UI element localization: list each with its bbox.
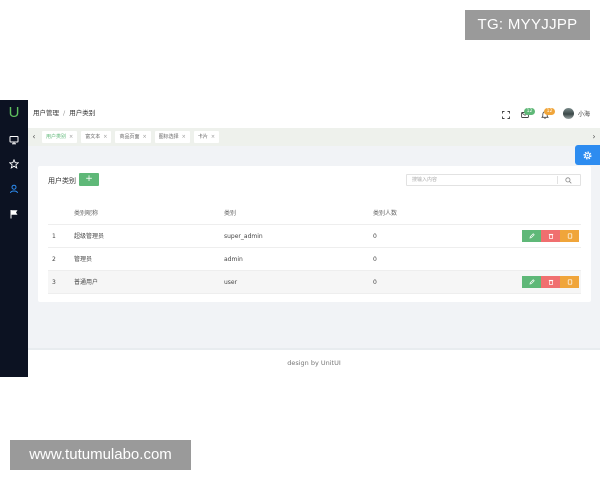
sidebar-item-flags[interactable] [6, 207, 22, 221]
trash-icon [548, 233, 553, 239]
more-button[interactable] [560, 276, 579, 288]
tab-close-icon[interactable]: × [103, 134, 107, 140]
tab-label: 富文本 [85, 134, 101, 140]
tab-card[interactable]: 卡片 × [193, 131, 220, 143]
row-name: 超级管理员 [74, 233, 105, 240]
tab-label: 图标选择 [158, 134, 179, 140]
tab-rich-text[interactable]: 富文本 × [81, 131, 112, 143]
row-id: 1 [52, 233, 56, 240]
table-header: 类别昵称 类别 类别人数 [48, 202, 581, 225]
tab-close-icon[interactable]: × [69, 134, 73, 140]
app-window: U 用户管理 / 用户类别 12 12 小海 ‹ 用户类别 × 富文本 × 商品… [0, 100, 600, 377]
table-row: 3 普通用户 user 0 [48, 271, 581, 294]
edit-button[interactable] [522, 276, 541, 288]
user-category-card: 用户类别 + 类别昵称 类别 类别人数 1 超级管理员 [38, 166, 591, 302]
row-count: 0 [373, 233, 377, 240]
search-icon [565, 177, 572, 184]
breadcrumb-item-user-category: 用户类别 [69, 109, 96, 117]
sidebar-item-favorites[interactable] [6, 157, 22, 171]
tab-close-icon[interactable]: × [182, 134, 186, 140]
username-label[interactable]: 小海 [578, 109, 590, 118]
tab-product-page[interactable]: 商品页面 × [115, 131, 151, 143]
search-button[interactable] [564, 176, 573, 185]
sidebar-item-users[interactable] [6, 182, 22, 196]
delete-button[interactable] [541, 230, 560, 242]
trash-icon [548, 279, 553, 285]
more-button[interactable] [560, 230, 579, 242]
user-icon [10, 184, 18, 194]
tab-bar: ‹ 用户类别 × 富文本 × 商品页面 × 图标选择 × 卡片 × › [28, 128, 600, 146]
column-header-count: 类别人数 [373, 210, 398, 217]
row-actions [522, 276, 579, 288]
edit-icon [529, 233, 535, 239]
document-icon [567, 233, 572, 239]
tab-label: 卡片 [197, 134, 208, 140]
tab-label: 商品页面 [119, 134, 140, 140]
logo: U [8, 104, 20, 121]
flag-icon [10, 210, 18, 219]
theme-settings-button[interactable] [575, 145, 600, 165]
sidebar: U [0, 100, 28, 377]
row-count: 0 [373, 279, 377, 286]
fullscreen-button[interactable] [501, 110, 511, 120]
edit-button[interactable] [522, 230, 541, 242]
breadcrumb-item-user-management[interactable]: 用户管理 [33, 109, 59, 117]
column-header-name: 类别昵称 [74, 210, 99, 217]
main-area: 用户管理 / 用户类别 12 12 小海 ‹ 用户类别 × 富文本 × 商品页面 × 图标… [28, 100, 600, 377]
tab-scroll-left-button[interactable]: ‹ [28, 128, 40, 146]
tab-close-icon[interactable]: × [211, 134, 215, 140]
row-actions [522, 230, 579, 242]
row-id: 2 [52, 256, 56, 263]
edit-icon [529, 279, 535, 285]
category-table: 类别昵称 类别 类别人数 1 超级管理员 super_admin 0 2 管理员… [48, 202, 581, 294]
monitor-icon [9, 136, 19, 145]
table-row: 2 管理员 admin 0 [48, 248, 581, 271]
add-category-button[interactable]: + [79, 173, 99, 186]
row-name: 普通用户 [74, 279, 99, 286]
row-type: user [224, 279, 238, 286]
star-icon [9, 159, 19, 169]
sidebar-item-dashboard[interactable] [6, 133, 22, 147]
tab-user-category[interactable]: 用户类别 × [42, 131, 78, 143]
search-box [406, 174, 581, 186]
watermark-top: TG: MYYJJPP [465, 10, 590, 40]
gear-icon [583, 150, 592, 160]
avatar[interactable] [563, 108, 574, 119]
watermark-bottom: www.tutumulabo.com [10, 440, 191, 470]
notification-count-badge: 12 [544, 108, 555, 115]
search-divider [557, 176, 558, 184]
card-title: 用户类别 [48, 177, 76, 185]
message-count-badge: 12 [524, 108, 535, 115]
row-type: super_admin [224, 233, 263, 240]
tab-scroll-right-button[interactable]: › [588, 128, 600, 146]
tab-label: 用户类别 [46, 134, 67, 140]
tab-close-icon[interactable]: × [142, 134, 146, 140]
footer: design by UnitUI [28, 348, 600, 377]
breadcrumb: 用户管理 / 用户类别 [33, 100, 95, 128]
row-count: 0 [373, 256, 377, 263]
row-id: 3 [52, 279, 56, 286]
row-type: admin [224, 256, 243, 263]
tab-icon-picker[interactable]: 图标选择 × [154, 131, 190, 143]
document-icon [567, 279, 572, 285]
row-name: 管理员 [74, 256, 93, 263]
column-header-type: 类别 [224, 210, 237, 217]
tab-list: 用户类别 × 富文本 × 商品页面 × 图标选择 × 卡片 × [42, 131, 220, 143]
delete-button[interactable] [541, 276, 560, 288]
top-header: 用户管理 / 用户类别 12 12 小海 [28, 100, 600, 128]
search-input[interactable] [407, 175, 557, 185]
fullscreen-icon [502, 111, 510, 119]
breadcrumb-separator: / [63, 109, 66, 117]
table-row: 1 超级管理员 super_admin 0 [48, 225, 581, 248]
